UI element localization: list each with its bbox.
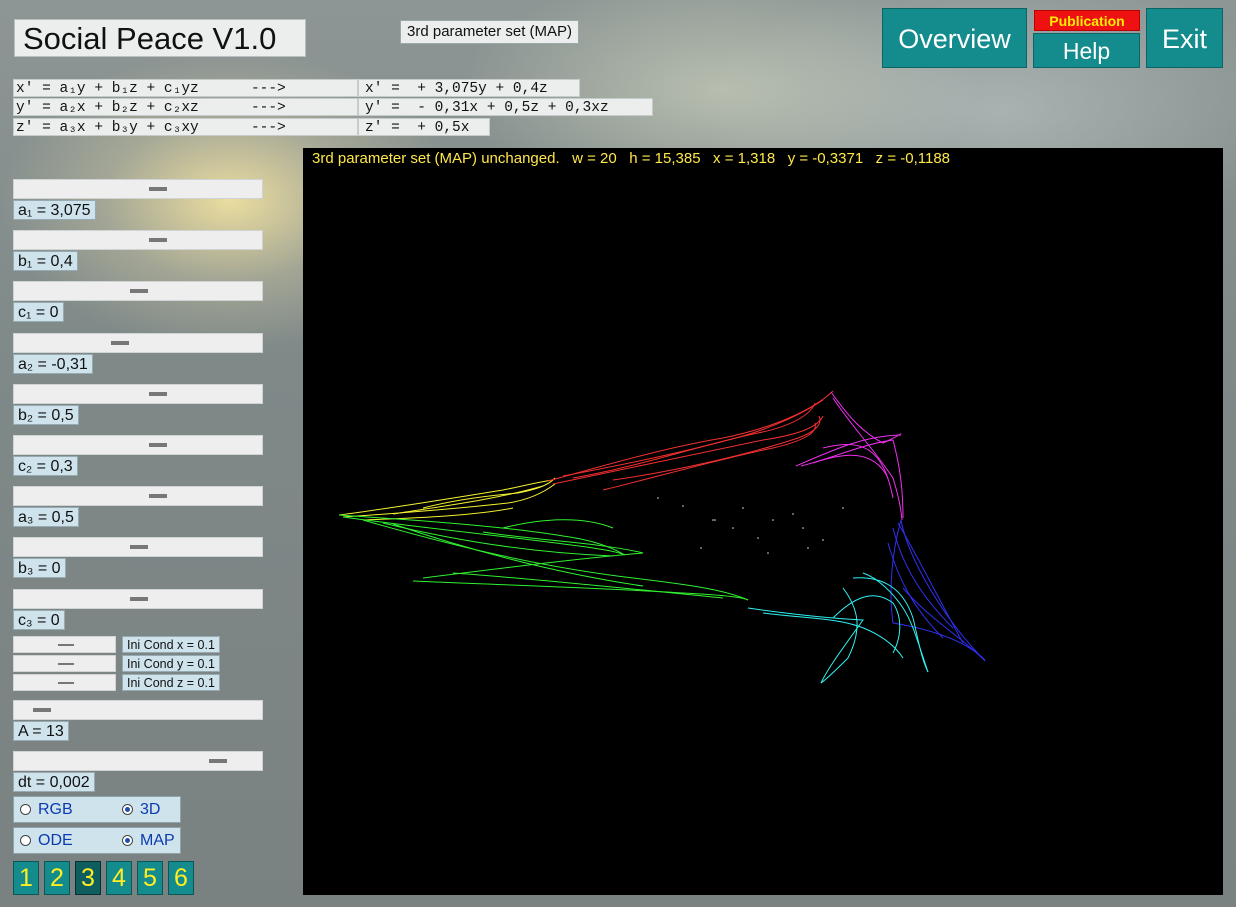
equation-general-y: y' = a₂x + b₂z + c₂xz ---> (13, 98, 358, 116)
parameter-slider-5[interactable] (13, 384, 263, 404)
equation-specific-z: z' = + 0,5x (358, 118, 490, 136)
initial-condition-slider-1[interactable] (13, 636, 116, 653)
amplitude-slider[interactable] (13, 700, 263, 720)
parameter-slider-2[interactable] (13, 230, 263, 250)
radio-button-icon[interactable] (122, 804, 133, 815)
parameter-label-2: b₁ = 0,4 (13, 251, 78, 271)
initial-condition-label-3: Ini Cond z = 0.1 (122, 674, 220, 691)
parameter-label-8: b₃ = 0 (13, 558, 66, 578)
parameter-label-3: c₁ = 0 (13, 302, 64, 322)
parameter-set-3-button[interactable]: 3 (75, 861, 101, 895)
timestep-slider[interactable] (13, 751, 263, 771)
equation-specific-y: y' = - 0,31x + 0,5z + 0,3xz (358, 98, 653, 116)
initial-condition-label-1: Ini Cond x = 0.1 (122, 636, 220, 653)
attractor-segment-yellow (338, 477, 556, 521)
slider-thumb[interactable] (149, 392, 167, 396)
radio-label-map[interactable]: MAP (140, 832, 175, 850)
slider-thumb[interactable] (149, 238, 167, 242)
amplitude-label: A = 13 (13, 721, 69, 741)
parameter-set-5-button[interactable]: 5 (137, 861, 163, 895)
scatter-dot (712, 519, 714, 521)
attractor-plot-area[interactable] (303, 148, 1223, 895)
parameter-set-6-button[interactable]: 6 (168, 861, 194, 895)
slider-thumb[interactable] (209, 759, 227, 763)
scatter-dot (807, 547, 809, 549)
scatter-dot (732, 527, 734, 529)
scatter-dot (842, 507, 844, 509)
initial-condition-slider-3[interactable] (13, 674, 116, 691)
slider-thumb[interactable] (58, 644, 74, 646)
attractor-segment-magenta (795, 391, 904, 521)
parameter-slider-6[interactable] (13, 435, 263, 455)
timestep-label: dt = 0,002 (13, 772, 95, 792)
help-button[interactable]: Help (1033, 33, 1140, 68)
scatter-dot (802, 527, 804, 529)
scatter-dot (714, 519, 716, 521)
exit-button[interactable]: Exit (1146, 8, 1223, 68)
scatter-dot (657, 497, 659, 499)
equation-general-z: z' = a₃x + b₃y + c₃xy ---> (13, 118, 358, 136)
app-title: Social Peace V1.0 (14, 19, 306, 57)
scatter-dot (742, 507, 744, 509)
publication-button[interactable]: Publication (1034, 10, 1140, 31)
slider-thumb[interactable] (130, 597, 148, 601)
slider-thumb[interactable] (33, 708, 51, 712)
scatter-dot (682, 505, 684, 507)
parameter-label-1: a₁ = 3,075 (13, 200, 96, 220)
slider-thumb[interactable] (149, 443, 167, 447)
scatter-dot (767, 552, 769, 554)
slider-thumb[interactable] (149, 187, 167, 191)
slider-thumb[interactable] (130, 289, 148, 293)
equation-specific-x: x' = + 3,075y + 0,4z (358, 79, 580, 97)
radio-label-3d[interactable]: 3D (140, 801, 160, 819)
scatter-dot (822, 539, 824, 541)
parameter-label-5: b₂ = 0,5 (13, 405, 79, 425)
scatter-dot (772, 519, 774, 521)
parameter-label-6: c₂ = 0,3 (13, 456, 78, 476)
parameter-slider-4[interactable] (13, 333, 263, 353)
scatter-dot (792, 513, 794, 515)
parameter-set-1-button[interactable]: 1 (13, 861, 39, 895)
parameter-set-2-button[interactable]: 2 (44, 861, 70, 895)
slider-thumb[interactable] (111, 341, 129, 345)
status-readout: 3rd parameter set (MAP) unchanged. w = 2… (312, 150, 951, 167)
scatter-dots (657, 497, 844, 554)
scatter-dot (700, 547, 702, 549)
overview-button[interactable]: Overview (882, 8, 1027, 68)
radio-button-icon[interactable] (20, 804, 31, 815)
solver-mode-group: ODE MAP (13, 827, 181, 854)
parameter-label-9: c₃ = 0 (13, 610, 65, 630)
parameter-slider-9[interactable] (13, 589, 263, 609)
radio-label-rgb[interactable]: RGB (38, 801, 73, 819)
parameter-slider-3[interactable] (13, 281, 263, 301)
parameter-set-4-button[interactable]: 4 (106, 861, 132, 895)
slider-thumb[interactable] (58, 682, 74, 684)
attractor-segment-red (547, 390, 834, 491)
slider-thumb[interactable] (149, 494, 167, 498)
mode-label: 3rd parameter set (MAP) (400, 20, 580, 44)
radio-button-icon[interactable] (20, 835, 31, 846)
scatter-dot (757, 537, 759, 539)
slider-thumb[interactable] (58, 663, 74, 665)
attractor-segment-green (338, 514, 749, 601)
attractor-segment-cyan (747, 572, 929, 684)
parameter-slider-7[interactable] (13, 486, 263, 506)
equation-general-x: x' = a₁y + b₁z + c₁yz ---> (13, 79, 358, 97)
radio-label-ode[interactable]: ODE (38, 832, 73, 850)
attractor-plot (338, 390, 986, 684)
color-mode-group: RGB 3D (13, 796, 181, 823)
parameter-slider-1[interactable] (13, 179, 263, 199)
slider-thumb[interactable] (130, 545, 148, 549)
attractor-segment-blue (887, 519, 986, 662)
parameter-label-7: a₃ = 0,5 (13, 507, 79, 527)
parameter-slider-8[interactable] (13, 537, 263, 557)
initial-condition-slider-2[interactable] (13, 655, 116, 672)
parameter-label-4: a₂ = -0,31 (13, 354, 93, 374)
initial-condition-label-2: Ini Cond y = 0.1 (122, 655, 220, 672)
radio-button-icon[interactable] (122, 835, 133, 846)
